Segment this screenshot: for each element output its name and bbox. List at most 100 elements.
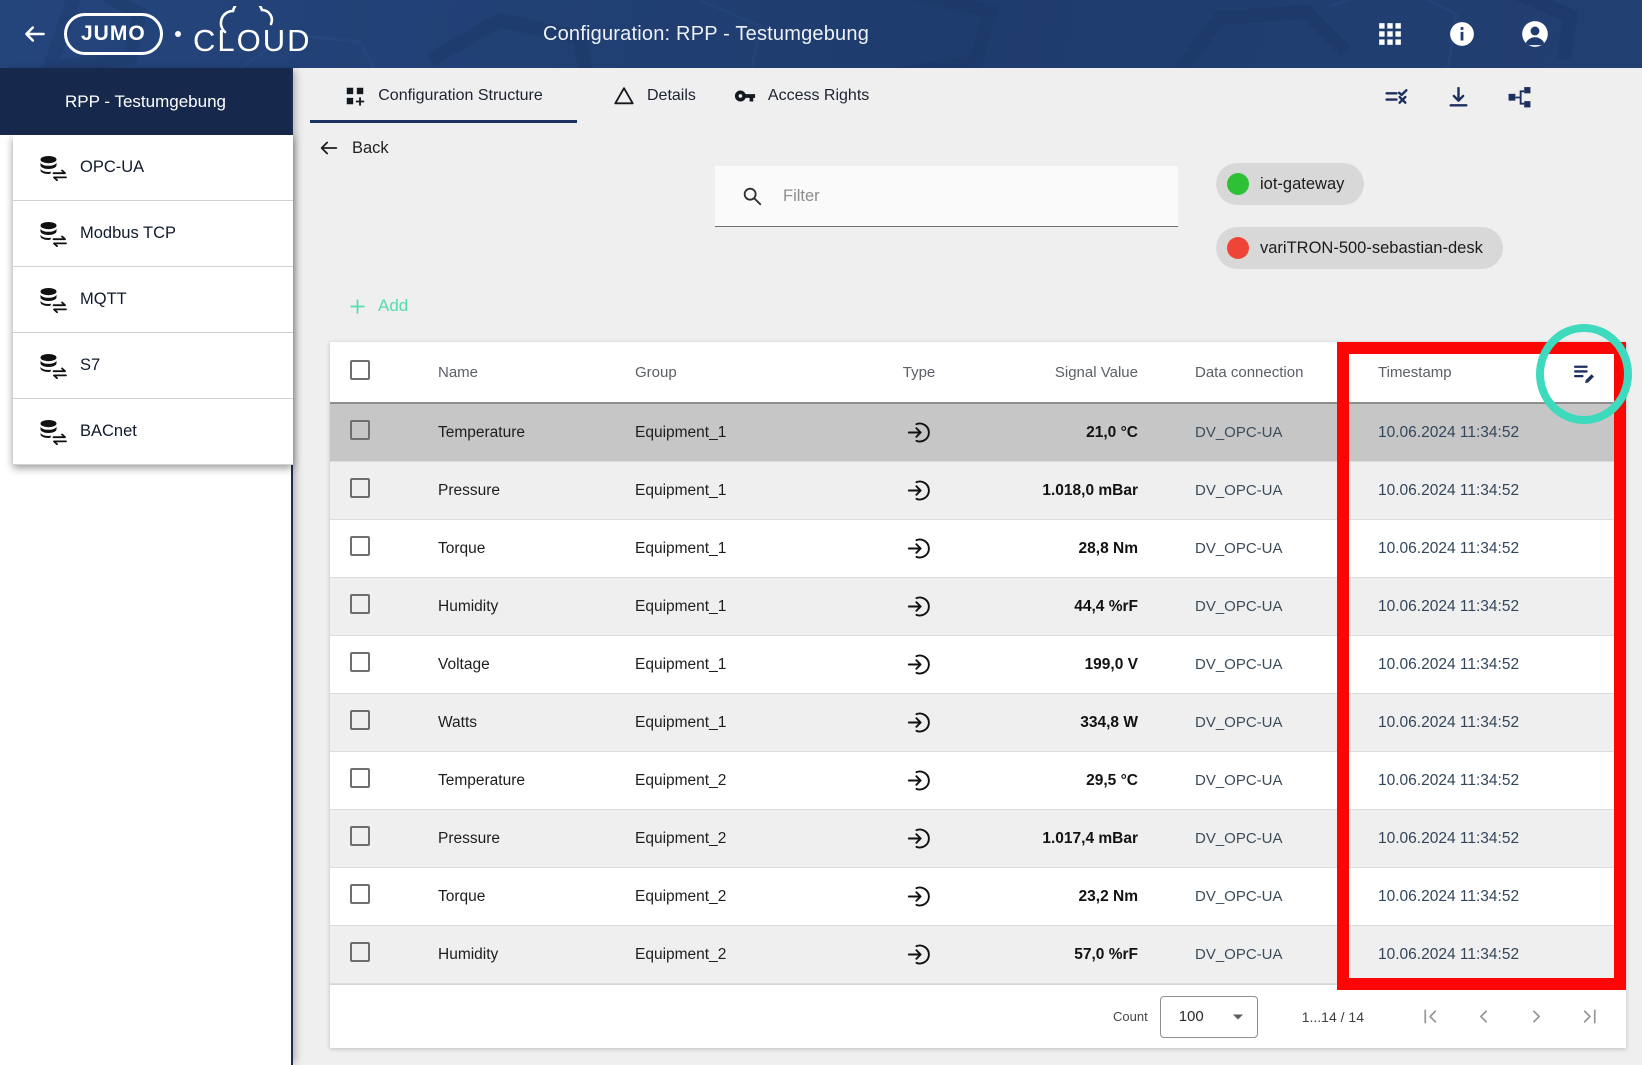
table-row[interactable]: TorqueEquipment_2 23,2 NmDV_OPC-UA10.06.… <box>330 868 1626 926</box>
sidebar-item-label: Modbus TCP <box>80 224 176 243</box>
signal-input-icon <box>906 883 933 910</box>
tab-configuration-structure[interactable]: Configuration Structure <box>310 68 577 123</box>
key-icon <box>734 85 756 107</box>
cell-data-connection: DV_OPC-UA <box>1140 772 1355 789</box>
download-icon[interactable] <box>1446 85 1471 110</box>
signal-input-icon <box>906 941 933 968</box>
signal-input-icon <box>906 709 933 736</box>
cell-timestamp: 10.06.2024 11:34:52 <box>1355 598 1626 616</box>
add-button[interactable]: Add <box>348 296 408 316</box>
table-row[interactable]: VoltageEquipment_1 199,0 VDV_OPC-UA10.06… <box>330 636 1626 694</box>
sidebar-item-mqtt[interactable]: MQTT <box>13 267 293 333</box>
signal-input-icon <box>906 651 933 678</box>
sidebar-item-list: OPC-UA Modbus TCP MQTT S7 BACnet <box>13 135 293 465</box>
column-header-data-connection[interactable]: Data connection <box>1140 364 1355 381</box>
row-checkbox[interactable] <box>350 478 370 498</box>
database-sync-icon <box>39 155 67 181</box>
cell-signal-value: 1.017,4 mBar <box>958 830 1140 848</box>
tab-bar: Configuration Structure Details Access R… <box>310 68 871 123</box>
column-header-type[interactable]: Type <box>880 364 958 381</box>
edit-columns-icon[interactable] <box>1572 361 1597 386</box>
tab-label: Details <box>647 87 696 105</box>
sidebar-item-label: S7 <box>80 356 100 375</box>
cell-timestamp: 10.06.2024 11:34:52 <box>1355 946 1626 964</box>
apps-grid-icon[interactable] <box>1377 21 1403 47</box>
sidebar-item-modbus-tcp[interactable]: Modbus TCP <box>13 201 293 267</box>
cell-timestamp: 10.06.2024 11:34:52 <box>1355 540 1626 558</box>
cell-signal-value: 334,8 W <box>958 714 1140 732</box>
cell-name: Pressure <box>400 830 630 848</box>
select-all-checkbox[interactable] <box>350 360 370 380</box>
table-row[interactable]: PressureEquipment_1 1.018,0 mBarDV_OPC-U… <box>330 462 1626 520</box>
first-page-icon[interactable] <box>1420 1006 1441 1027</box>
dashboard-customize-icon <box>344 85 366 107</box>
device-label: iot-gateway <box>1260 175 1344 194</box>
page-size-select[interactable]: 100 <box>1160 996 1258 1038</box>
database-sync-icon <box>39 287 67 313</box>
filter-field[interactable] <box>715 166 1178 227</box>
tab-details[interactable]: Details <box>611 68 698 123</box>
cell-data-connection: DV_OPC-UA <box>1140 656 1355 673</box>
app-bar: JUMO CLOUD Configuration: RPP - Testumge… <box>0 0 1642 68</box>
sidebar-item-label: OPC-UA <box>80 158 144 177</box>
cell-group: Equipment_2 <box>630 946 880 964</box>
cell-signal-value: 1.018,0 mBar <box>958 482 1140 500</box>
database-sync-icon <box>39 353 67 379</box>
cell-group: Equipment_1 <box>630 424 880 442</box>
column-header-group[interactable]: Group <box>630 364 880 381</box>
cell-group: Equipment_2 <box>630 888 880 906</box>
row-checkbox[interactable] <box>350 826 370 846</box>
next-page-icon[interactable] <box>1526 1006 1547 1027</box>
sidebar-item-opc-ua[interactable]: OPC-UA <box>13 135 293 201</box>
warning-triangle-icon <box>613 85 635 107</box>
filter-input[interactable] <box>783 187 1113 206</box>
database-sync-icon <box>39 419 67 445</box>
cell-name: Humidity <box>400 598 630 616</box>
playlist-check-icon[interactable] <box>1384 85 1409 110</box>
cell-group: Equipment_2 <box>630 830 880 848</box>
sidebar-item-bacnet[interactable]: BACnet <box>13 399 293 465</box>
account-icon[interactable] <box>1521 20 1549 48</box>
row-checkbox[interactable] <box>350 942 370 962</box>
row-checkbox[interactable] <box>350 420 370 440</box>
last-page-icon[interactable] <box>1579 1006 1600 1027</box>
table-body: TemperatureEquipment_1 21,0 °CDV_OPC-UA1… <box>330 404 1626 984</box>
cell-name: Watts <box>400 714 630 732</box>
count-label: Count <box>1113 1009 1148 1024</box>
page-title: Configuration: RPP - Testumgebung <box>0 0 1412 68</box>
cell-data-connection: DV_OPC-UA <box>1140 830 1355 847</box>
table-row[interactable]: TemperatureEquipment_2 29,5 °CDV_OPC-UA1… <box>330 752 1626 810</box>
table-row[interactable]: HumidityEquipment_2 57,0 %rFDV_OPC-UA10.… <box>330 926 1626 984</box>
table-row[interactable]: TorqueEquipment_1 28,8 NmDV_OPC-UA10.06.… <box>330 520 1626 578</box>
sidebar-item-s7[interactable]: S7 <box>13 333 293 399</box>
column-header-name[interactable]: Name <box>400 364 630 381</box>
cell-name: Temperature <box>400 772 630 790</box>
device-chip-iot-gateway[interactable]: iot-gateway <box>1216 163 1364 205</box>
row-checkbox[interactable] <box>350 884 370 904</box>
sidebar-item-label: MQTT <box>80 290 127 309</box>
tab-access-rights[interactable]: Access Rights <box>732 68 871 123</box>
row-checkbox[interactable] <box>350 768 370 788</box>
table-row[interactable]: PressureEquipment_2 1.017,4 mBarDV_OPC-U… <box>330 810 1626 868</box>
table-header-row: Name Group Type Signal Value Data connec… <box>330 342 1626 404</box>
sidebar-item-label: BACnet <box>80 422 137 441</box>
chevron-down-icon <box>1232 1013 1244 1021</box>
row-checkbox[interactable] <box>350 594 370 614</box>
row-checkbox[interactable] <box>350 652 370 672</box>
table-row[interactable]: HumidityEquipment_1 44,4 %rFDV_OPC-UA10.… <box>330 578 1626 636</box>
cell-data-connection: DV_OPC-UA <box>1140 888 1355 905</box>
cell-group: Equipment_1 <box>630 540 880 558</box>
info-icon[interactable] <box>1449 21 1475 47</box>
sidebar-header: RPP - Testumgebung <box>0 68 291 135</box>
row-checkbox[interactable] <box>350 710 370 730</box>
schema-tree-icon[interactable] <box>1507 85 1532 110</box>
back-button[interactable]: Back <box>318 137 389 159</box>
row-checkbox[interactable] <box>350 536 370 556</box>
cell-group: Equipment_1 <box>630 714 880 732</box>
column-header-signal-value[interactable]: Signal Value <box>958 364 1140 381</box>
table-row[interactable]: WattsEquipment_1 334,8 WDV_OPC-UA10.06.2… <box>330 694 1626 752</box>
table-row[interactable]: TemperatureEquipment_1 21,0 °CDV_OPC-UA1… <box>330 404 1626 462</box>
previous-page-icon[interactable] <box>1473 1006 1494 1027</box>
device-chip-varitron[interactable]: variTRON-500-sebastian-desk <box>1216 227 1503 269</box>
search-icon <box>741 185 763 207</box>
